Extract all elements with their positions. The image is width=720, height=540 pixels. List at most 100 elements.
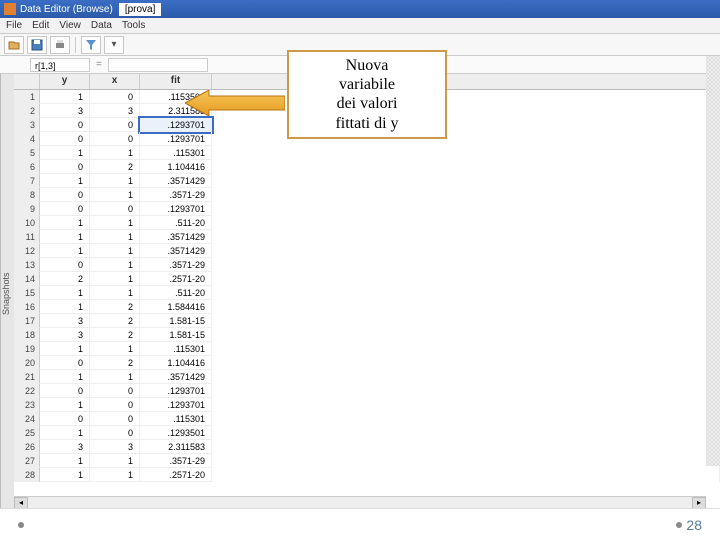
row-number[interactable]: 15 xyxy=(14,286,40,300)
cell-y[interactable]: 1 xyxy=(40,300,90,314)
cell-fit[interactable]: .2571-20 xyxy=(140,468,212,482)
menu-file[interactable]: File xyxy=(6,20,22,31)
cell-fit[interactable]: .3571429 xyxy=(140,174,212,188)
cell-fit[interactable]: .2571-20 xyxy=(140,272,212,286)
cell-y[interactable]: 1 xyxy=(40,146,90,160)
cell-x[interactable]: 1 xyxy=(90,272,140,286)
table-row[interactable]: 511.115301 xyxy=(14,146,720,160)
cell-fit[interactable]: .3571429 xyxy=(140,370,212,384)
cell-fit[interactable]: 1.104416 xyxy=(140,356,212,370)
cell-fit[interactable]: 1.581-15 xyxy=(140,328,212,342)
table-row[interactable]: 2310.1293701 xyxy=(14,398,720,412)
cell-fit[interactable]: 1.584416 xyxy=(140,300,212,314)
cell-x[interactable]: 0 xyxy=(90,398,140,412)
row-number[interactable]: 4 xyxy=(14,132,40,146)
snapshots-sidebar[interactable]: Snapshots xyxy=(0,74,14,519)
row-number[interactable]: 22 xyxy=(14,384,40,398)
cell-fit[interactable]: 1.104416 xyxy=(140,160,212,174)
document-tab[interactable]: [prova] xyxy=(119,3,162,16)
table-row[interactable]: 711.3571429 xyxy=(14,174,720,188)
table-row[interactable]: 1421.2571-20 xyxy=(14,272,720,286)
cell-x[interactable]: 3 xyxy=(90,104,140,118)
row-number[interactable]: 19 xyxy=(14,342,40,356)
row-number[interactable]: 13 xyxy=(14,258,40,272)
row-number[interactable]: 20 xyxy=(14,356,40,370)
row-number[interactable]: 16 xyxy=(14,300,40,314)
row-number[interactable]: 24 xyxy=(14,412,40,426)
row-number[interactable]: 17 xyxy=(14,314,40,328)
cell-x[interactable]: 2 xyxy=(90,314,140,328)
cell-fit[interactable]: .511-20 xyxy=(140,286,212,300)
table-row[interactable]: 1111.3571429 xyxy=(14,230,720,244)
cell-fit[interactable]: .1293701 xyxy=(140,384,212,398)
cell-y[interactable]: 3 xyxy=(40,104,90,118)
table-row[interactable]: 20021.104416 xyxy=(14,356,720,370)
row-number[interactable]: 5 xyxy=(14,146,40,160)
row-number[interactable]: 23 xyxy=(14,398,40,412)
cell-x[interactable]: 0 xyxy=(90,132,140,146)
cell-reference[interactable]: r[1,3] xyxy=(30,58,90,72)
cell-y[interactable]: 1 xyxy=(40,286,90,300)
table-row[interactable]: 18321.581-15 xyxy=(14,328,720,342)
cell-y[interactable]: 0 xyxy=(40,412,90,426)
cell-y[interactable]: 0 xyxy=(40,202,90,216)
cell-x[interactable]: 2 xyxy=(90,328,140,342)
cell-x[interactable]: 3 xyxy=(90,440,140,454)
cell-x[interactable]: 1 xyxy=(90,342,140,356)
cell-fit[interactable]: .3571429 xyxy=(140,230,212,244)
cell-y[interactable]: 0 xyxy=(40,118,90,132)
cell-fit[interactable]: .1293701 xyxy=(140,398,212,412)
cell-x[interactable]: 0 xyxy=(90,426,140,440)
cell-y[interactable]: 0 xyxy=(40,384,90,398)
cell-y[interactable]: 0 xyxy=(40,132,90,146)
row-number[interactable]: 28 xyxy=(14,468,40,482)
horizontal-scrollbar[interactable]: ◂ ▸ xyxy=(14,496,706,508)
rownum-header[interactable] xyxy=(14,74,40,89)
table-row[interactable]: 17321.581-15 xyxy=(14,314,720,328)
cell-x[interactable]: 1 xyxy=(90,454,140,468)
cell-fit[interactable]: .3571-29 xyxy=(140,258,212,272)
cell-x[interactable]: 1 xyxy=(90,468,140,482)
cell-fit[interactable]: .115301 xyxy=(140,146,212,160)
row-number[interactable]: 2 xyxy=(14,104,40,118)
row-number[interactable]: 8 xyxy=(14,188,40,202)
cell-x[interactable]: 0 xyxy=(90,384,140,398)
table-row[interactable]: 801.3571-29 xyxy=(14,188,720,202)
cell-fit[interactable]: .1293701 xyxy=(140,202,212,216)
scroll-left-icon[interactable]: ◂ xyxy=(14,497,28,509)
cell-x[interactable]: 1 xyxy=(90,258,140,272)
table-row[interactable]: 2111.3571429 xyxy=(14,370,720,384)
cell-fit[interactable]: 2.311583 xyxy=(140,440,212,454)
menu-view[interactable]: View xyxy=(59,20,81,31)
row-number[interactable]: 7 xyxy=(14,174,40,188)
col-y-header[interactable]: y xyxy=(40,74,90,89)
cell-y[interactable]: 0 xyxy=(40,258,90,272)
row-number[interactable]: 21 xyxy=(14,370,40,384)
cell-y[interactable]: 3 xyxy=(40,328,90,342)
cell-y[interactable]: 1 xyxy=(40,454,90,468)
cell-x[interactable]: 1 xyxy=(90,230,140,244)
table-row[interactable]: 1301.3571-29 xyxy=(14,258,720,272)
cell-y[interactable]: 1 xyxy=(40,398,90,412)
row-number[interactable]: 6 xyxy=(14,160,40,174)
cell-y[interactable]: 1 xyxy=(40,244,90,258)
cell-fit[interactable]: .1293701 xyxy=(140,132,212,146)
cell-y[interactable]: 1 xyxy=(40,230,90,244)
table-row[interactable]: 2510.1293501 xyxy=(14,426,720,440)
cell-y[interactable]: 1 xyxy=(40,370,90,384)
cell-fit[interactable]: .3571-29 xyxy=(140,454,212,468)
row-number[interactable]: 18 xyxy=(14,328,40,342)
cell-x[interactable]: 1 xyxy=(90,216,140,230)
table-row[interactable]: 1011.511-20 xyxy=(14,216,720,230)
cell-x[interactable]: 2 xyxy=(90,160,140,174)
row-number[interactable]: 27 xyxy=(14,454,40,468)
cell-fit[interactable]: .1293701 xyxy=(140,118,212,132)
row-number[interactable]: 10 xyxy=(14,216,40,230)
cell-fit[interactable]: .115301 xyxy=(140,342,212,356)
col-x-header[interactable]: x xyxy=(90,74,140,89)
cell-x[interactable]: 1 xyxy=(90,286,140,300)
table-row[interactable]: 2200.1293701 xyxy=(14,384,720,398)
row-number[interactable]: 3 xyxy=(14,118,40,132)
cell-y[interactable]: 3 xyxy=(40,440,90,454)
row-number[interactable]: 1 xyxy=(14,90,40,104)
